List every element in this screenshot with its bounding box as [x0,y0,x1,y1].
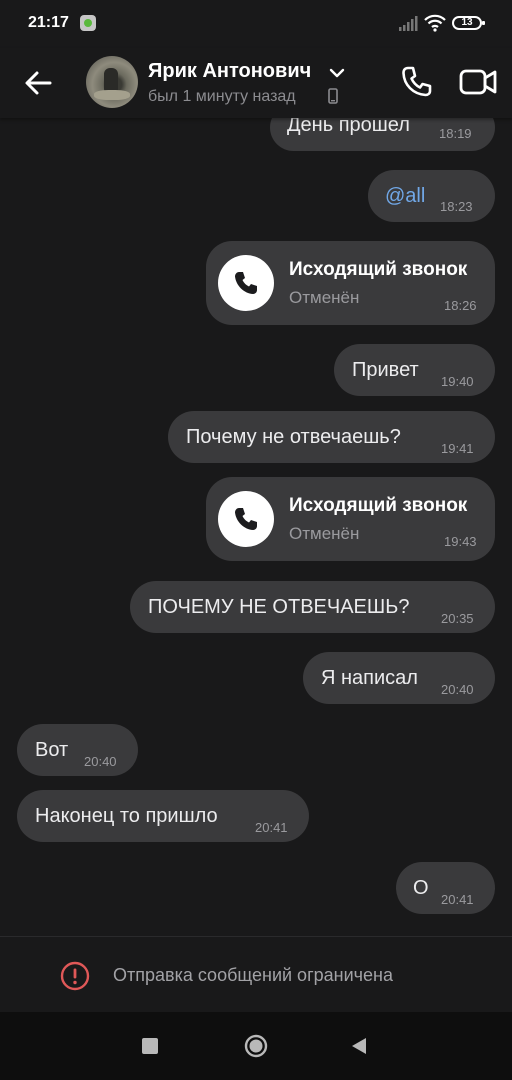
phone-icon [235,508,257,530]
message-list[interactable]: День прошел 18:19 @all 18:23 Исходящий з… [0,118,512,936]
chat-header: Ярик Антонович был 1 минуту назад [0,48,512,118]
avatar[interactable] [86,56,138,108]
message-text: О [413,877,429,899]
message-time: 19:43 [444,534,477,549]
message-bubble[interactable]: @all 18:23 [368,170,495,222]
call-status: Отменён [289,288,360,307]
call-title: Исходящий звонок [289,259,468,280]
call-icon-circle [218,255,274,311]
restricted-message: Отправка сообщений ограничена [113,965,393,985]
video-call-button[interactable] [456,60,500,104]
call-message[interactable]: Исходящий звонок Отменён 18:26 [206,241,495,325]
message-time: 20:41 [441,892,474,907]
message-time: 20:35 [441,611,474,626]
message-time: 19:40 [441,374,474,389]
message-time: 18:26 [444,298,477,313]
message-bubble[interactable]: Почему не отвечаешь? 19:41 [168,411,495,463]
phone-icon [235,272,257,294]
message-text: Наконец то пришло [35,805,218,827]
message-time: 20:40 [84,754,117,769]
message-text: Вот [35,739,69,761]
message-bubble[interactable]: Я написал 20:40 [303,652,495,704]
call-title: Исходящий звонок [289,495,468,516]
recent-apps-button[interactable] [142,1038,158,1054]
home-button[interactable] [244,1034,268,1058]
nav-back-button[interactable] [350,1036,368,1056]
message-bubble[interactable]: Наконец то пришло 20:41 [17,790,309,842]
messaging-restricted-bar: Отправка сообщений ограничена [0,936,512,1013]
mobile-device-icon [328,88,338,104]
call-status: Отменён [289,524,360,543]
message-text: День прошел [287,118,410,136]
status-bar: 21:17 13 [0,0,512,48]
call-message[interactable]: Исходящий звонок Отменён 19:43 [206,477,495,561]
message-time: 19:41 [441,441,474,456]
message-time: 20:41 [255,820,288,835]
signal-icon [399,16,418,31]
status-time: 21:17 [28,14,69,31]
message-text: Привет [352,359,419,381]
message-text: Почему не отвечаешь? [186,426,401,448]
message-bubble[interactable]: О 20:41 [396,862,495,914]
chevron-down-icon[interactable] [328,66,346,80]
mention-text[interactable]: @all [385,185,425,208]
message-bubble[interactable]: День прошел 18:19 [270,118,495,151]
wifi-icon [424,14,446,32]
message-bubble[interactable]: Привет 19:40 [334,344,495,396]
contact-name[interactable]: Ярик Антонович [148,60,311,83]
message-time: 18:19 [439,126,472,141]
message-bubble[interactable]: ПОЧЕМУ НЕ ОТВЕЧАЕШЬ? 20:35 [130,581,495,633]
call-button[interactable] [394,60,438,104]
app-notification-icon [80,15,96,31]
system-nav-bar [0,1012,512,1080]
last-seen-status: был 1 минуту назад [148,88,296,105]
message-bubble[interactable]: Вот 20:40 [17,724,138,776]
battery-indicator: 13 [452,16,485,30]
call-icon-circle [218,491,274,547]
back-button[interactable] [20,64,58,102]
message-text: Я написал [321,667,418,689]
message-time: 20:40 [441,682,474,697]
alert-circle-icon [60,961,90,991]
message-time: 18:23 [440,199,473,214]
message-text: ПОЧЕМУ НЕ ОТВЕЧАЕШЬ? [148,596,410,618]
